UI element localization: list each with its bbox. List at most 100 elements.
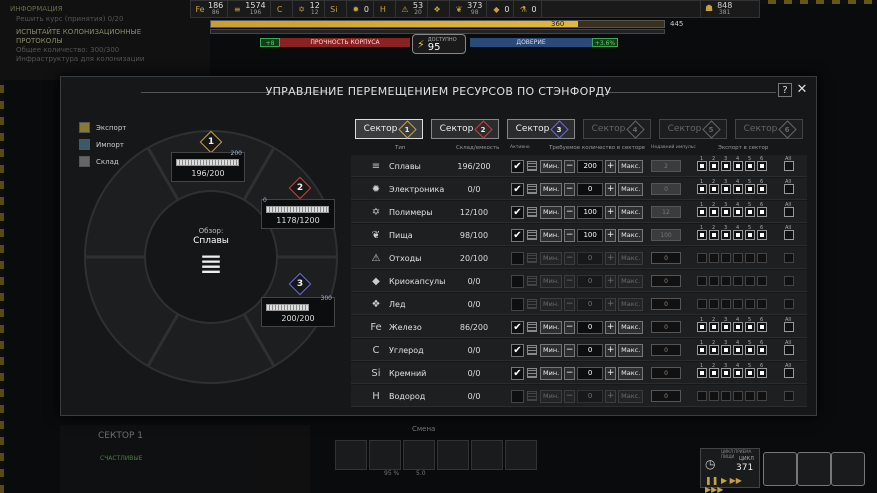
export-sector-6-checkbox[interactable] — [757, 184, 767, 194]
export-sector-1-checkbox[interactable] — [697, 276, 707, 286]
amount-input[interactable]: 100 — [577, 228, 604, 242]
export-all-checkbox[interactable] — [784, 161, 794, 171]
export-sector-4-checkbox[interactable] — [733, 207, 743, 217]
increase-button[interactable]: + — [605, 182, 617, 196]
resource-counter[interactable]: ≡ 1574 196 — [228, 0, 271, 18]
export-sector-4-checkbox[interactable] — [733, 299, 743, 309]
min-button[interactable]: Мин. — [540, 343, 563, 357]
export-sector-5-checkbox[interactable] — [745, 253, 755, 263]
export-sector-5-checkbox[interactable] — [745, 322, 755, 332]
decrease-button[interactable]: − — [564, 366, 576, 380]
export-all-checkbox[interactable] — [784, 276, 794, 286]
active-checkbox[interactable]: ✔ — [511, 320, 524, 334]
resource-counter[interactable]: C — [271, 0, 293, 18]
export-sector-4-checkbox[interactable] — [733, 368, 743, 378]
export-sector-5-checkbox[interactable] — [745, 345, 755, 355]
min-button[interactable]: Мин. — [540, 274, 563, 288]
increase-button[interactable]: + — [605, 274, 617, 288]
max-button[interactable]: Макс. — [618, 389, 644, 403]
increase-button[interactable]: + — [605, 205, 617, 219]
increase-button[interactable]: + — [605, 389, 617, 403]
export-all-checkbox[interactable] — [784, 207, 794, 217]
export-sector-4-checkbox[interactable] — [733, 391, 743, 401]
export-sector-5-checkbox[interactable] — [745, 230, 755, 240]
resource-counter[interactable]: ✹ 0 — [347, 0, 374, 18]
amount-input[interactable]: 200 — [577, 159, 604, 173]
decrease-button[interactable]: − — [564, 205, 576, 219]
export-sector-6-checkbox[interactable] — [757, 230, 767, 240]
export-sector-1-checkbox[interactable] — [697, 207, 707, 217]
tool-button[interactable] — [335, 440, 367, 470]
min-button[interactable]: Мин. — [540, 320, 563, 334]
export-sector-1-checkbox[interactable] — [697, 184, 707, 194]
colonists-panel-button[interactable] — [763, 452, 797, 486]
amount-input[interactable]: 0 — [577, 320, 604, 334]
amount-input[interactable]: 0 — [577, 343, 604, 357]
resource-counter[interactable]: ❖ — [428, 0, 451, 18]
export-sector-6-checkbox[interactable] — [757, 299, 767, 309]
amount-input[interactable]: 0 — [577, 182, 604, 196]
resource-counter[interactable]: ◆ 0 — [487, 0, 515, 18]
decrease-button[interactable]: − — [564, 228, 576, 242]
export-sector-6-checkbox[interactable] — [757, 253, 767, 263]
export-sector-4-checkbox[interactable] — [733, 345, 743, 355]
export-sector-3-checkbox[interactable] — [721, 345, 731, 355]
decrease-button[interactable]: − — [564, 297, 576, 311]
active-checkbox[interactable]: ✔ — [511, 366, 524, 380]
resource-counter[interactable]: H — [374, 0, 396, 18]
export-sector-5-checkbox[interactable] — [745, 276, 755, 286]
min-button[interactable]: Мин. — [540, 205, 563, 219]
resource-counter[interactable]: ⚠ 53 20 — [396, 0, 429, 18]
amount-input[interactable]: 0 — [577, 366, 604, 380]
close-button[interactable]: ✕ — [795, 83, 809, 97]
decrease-button[interactable]: − — [564, 251, 576, 265]
export-sector-5-checkbox[interactable] — [745, 368, 755, 378]
export-sector-1-checkbox[interactable] — [697, 322, 707, 332]
export-sector-3-checkbox[interactable] — [721, 322, 731, 332]
export-sector-3-checkbox[interactable] — [721, 391, 731, 401]
export-sector-2-checkbox[interactable] — [709, 345, 719, 355]
export-sector-2-checkbox[interactable] — [709, 207, 719, 217]
increase-button[interactable]: + — [605, 366, 617, 380]
export-all-checkbox[interactable] — [784, 253, 794, 263]
export-sector-3-checkbox[interactable] — [721, 368, 731, 378]
min-button[interactable]: Мин. — [540, 389, 563, 403]
export-sector-6-checkbox[interactable] — [757, 161, 767, 171]
active-checkbox[interactable]: ✔ — [511, 182, 524, 196]
export-sector-2-checkbox[interactable] — [709, 299, 719, 309]
export-sector-4-checkbox[interactable] — [733, 276, 743, 286]
export-sector-1-checkbox[interactable] — [697, 345, 707, 355]
export-sector-5-checkbox[interactable] — [745, 161, 755, 171]
min-button[interactable]: Мин. — [540, 297, 563, 311]
hull-integrity[interactable]: +8 ПРОЧНОСТЬ КОРПУСА — [260, 38, 410, 47]
research-panel-button[interactable] — [797, 452, 831, 486]
active-checkbox[interactable] — [511, 274, 524, 288]
increase-button[interactable]: + — [605, 297, 617, 311]
sector-1-capacity[interactable]: 200 196/200 — [171, 150, 245, 182]
export-sector-3-checkbox[interactable] — [721, 161, 731, 171]
speed-controls[interactable]: ❚❚ ▶ ▶▶ ▶▶▶ — [705, 476, 759, 493]
export-sector-2-checkbox[interactable] — [709, 184, 719, 194]
resource-counter[interactable]: Si — [325, 0, 347, 18]
export-sector-2-checkbox[interactable] — [709, 161, 719, 171]
active-checkbox[interactable]: ✔ — [511, 159, 524, 173]
resource-counter[interactable]: ✡ 12 12 — [293, 0, 325, 18]
active-checkbox[interactable] — [511, 251, 524, 265]
tab-sector-2[interactable]: Сектор 2 — [431, 119, 499, 139]
sector-3-capacity[interactable]: 300 200/200 — [261, 295, 335, 327]
export-all-checkbox[interactable] — [784, 368, 794, 378]
decrease-button[interactable]: − — [564, 182, 576, 196]
min-button[interactable]: Мин. — [540, 159, 563, 173]
increase-button[interactable]: + — [605, 343, 617, 357]
export-sector-3-checkbox[interactable] — [721, 207, 731, 217]
export-sector-6-checkbox[interactable] — [757, 207, 767, 217]
increase-button[interactable]: + — [605, 159, 617, 173]
export-sector-1-checkbox[interactable] — [697, 230, 707, 240]
export-sector-3-checkbox[interactable] — [721, 230, 731, 240]
tab-sector-3[interactable]: Сектор 3 — [507, 119, 575, 139]
max-button[interactable]: Макс. — [618, 228, 644, 242]
amount-input[interactable]: 0 — [577, 389, 604, 403]
increase-button[interactable]: + — [605, 228, 617, 242]
export-sector-5-checkbox[interactable] — [745, 299, 755, 309]
export-sector-6-checkbox[interactable] — [757, 345, 767, 355]
